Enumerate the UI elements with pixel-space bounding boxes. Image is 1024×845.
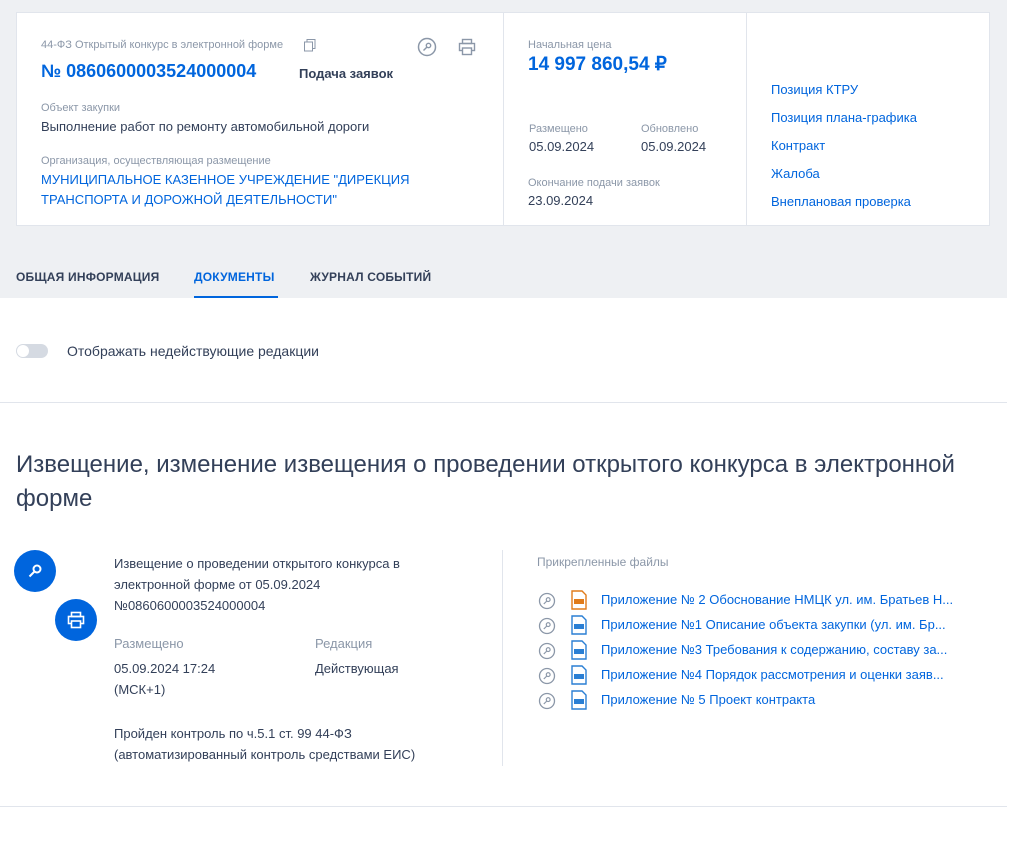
- xlsx-file-icon: [570, 590, 588, 610]
- posted-value: 05.09.2024: [529, 139, 595, 154]
- electronic-signature-icon[interactable]: [417, 37, 437, 57]
- object-label: Объект закупки: [41, 102, 121, 114]
- docx-file-icon: [570, 690, 588, 710]
- signature-icon[interactable]: [538, 692, 556, 710]
- signature-icon[interactable]: [538, 617, 556, 635]
- tab-general-info[interactable]: ОБЩАЯ ИНФОРМАЦИЯ: [16, 270, 159, 284]
- attachment-link[interactable]: Приложение №4 Порядок рассмотрения и оце…: [601, 667, 991, 682]
- copy-icon[interactable]: [302, 37, 318, 53]
- divider: [503, 13, 504, 225]
- complaint-link[interactable]: Жалоба: [771, 166, 820, 181]
- attachment-row[interactable]: Приложение № 2 Обоснование НМЦК ул. им. …: [538, 590, 998, 610]
- updated-value: 05.09.2024: [641, 139, 707, 154]
- unscheduled-inspection-link[interactable]: Внеплановая проверка: [771, 194, 911, 209]
- print-icon[interactable]: [457, 37, 477, 57]
- document-title: Извещение о проведении открытого конкурс…: [114, 556, 400, 613]
- attachment-row[interactable]: Приложение №4 Порядок рассмотрения и оце…: [538, 665, 998, 685]
- org-link[interactable]: МУНИЦИПАЛЬНОЕ КАЗЕННОЕ УЧРЕЖДЕНИЕ "ДИРЕК…: [41, 170, 461, 210]
- tab-event-log[interactable]: ЖУРНАЛ СОБЫТИЙ: [310, 270, 431, 284]
- notice-number[interactable]: № 0860600003524000004: [41, 61, 256, 82]
- ktru-link[interactable]: Позиция КТРУ: [771, 82, 858, 97]
- docx-file-icon: [570, 640, 588, 660]
- docx-file-icon: [570, 615, 588, 635]
- toggle-label: Отображать недействующие редакции: [67, 343, 320, 359]
- edition-label: Редакция: [315, 636, 373, 651]
- doc-posted-label: Размещено: [114, 636, 184, 651]
- stage-status: Подача заявок: [299, 66, 394, 81]
- print-icon: [67, 611, 85, 629]
- plan-schedule-link[interactable]: Позиция плана-графика: [771, 110, 917, 125]
- divider: [0, 402, 1007, 403]
- edition-value: Действующая: [315, 661, 399, 676]
- contract-link[interactable]: Контракт: [771, 138, 825, 153]
- divider: [746, 13, 747, 225]
- posted-label: Размещено: [529, 123, 588, 135]
- tab-documents[interactable]: ДОКУМЕНТЫ: [194, 270, 275, 284]
- docx-file-icon: [570, 665, 588, 685]
- print-button[interactable]: [55, 599, 97, 641]
- active-tab-indicator: [194, 296, 278, 298]
- deadline-value: 23.09.2024: [528, 193, 594, 208]
- deadline-label: Окончание подачи заявок: [528, 177, 660, 189]
- doc-posted-value: 05.09.2024 17:24 (МСК+1): [114, 661, 216, 697]
- divider: [502, 550, 503, 766]
- attachment-row[interactable]: Приложение №3 Требования к содержанию, с…: [538, 640, 998, 660]
- signature-icon[interactable]: [538, 667, 556, 685]
- org-label: Организация, осуществляющая размещение: [41, 155, 271, 167]
- price-label: Начальная цена: [528, 39, 612, 51]
- control-status: Пройден контроль по ч.5.1 ст. 99 44-ФЗ (…: [114, 726, 416, 762]
- object-value: Выполнение работ по ремонту автомобильно…: [41, 119, 370, 134]
- updated-label: Обновлено: [641, 123, 699, 135]
- section-title: Извещение, изменение извещения о проведе…: [16, 451, 955, 512]
- law-label: 44-ФЗ Открытый конкурс в электронной фор…: [41, 39, 284, 51]
- attachments-label: Прикрепленные файлы: [537, 555, 669, 569]
- signature-button[interactable]: [14, 550, 56, 592]
- electronic-signature-icon: [28, 564, 42, 578]
- attachment-link[interactable]: Приложение № 5 Проект контракта: [601, 692, 991, 707]
- inactive-editions-toggle[interactable]: [16, 344, 48, 358]
- price-value: 14 997 860,54 ₽: [528, 54, 667, 75]
- notice-card: 44-ФЗ Открытый конкурс в электронной фор…: [16, 12, 990, 226]
- signature-icon[interactable]: [538, 592, 556, 610]
- attachment-row[interactable]: Приложение № 5 Проект контракта: [538, 690, 998, 710]
- attachment-link[interactable]: Приложение №1 Описание объекта закупки (…: [601, 617, 991, 632]
- attachment-link[interactable]: Приложение №3 Требования к содержанию, с…: [601, 642, 991, 657]
- divider: [0, 806, 1007, 807]
- toggle-knob: [17, 345, 29, 357]
- attachment-row[interactable]: Приложение №1 Описание объекта закупки (…: [538, 615, 998, 635]
- attachment-link[interactable]: Приложение № 2 Обоснование НМЦК ул. им. …: [601, 592, 991, 607]
- signature-icon[interactable]: [538, 642, 556, 660]
